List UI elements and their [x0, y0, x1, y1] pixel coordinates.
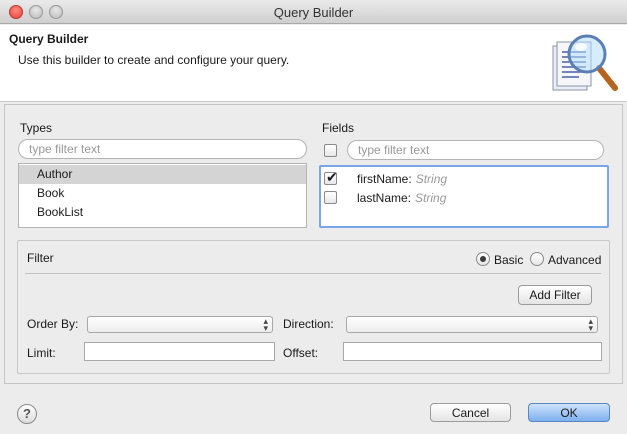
field-type: String [415, 172, 448, 186]
order-by-select[interactable]: ▴ ▾ [87, 316, 273, 333]
advanced-mode-label[interactable]: Advanced [548, 253, 601, 267]
type-item-booklist[interactable]: BookList [19, 203, 306, 222]
advanced-mode-radio[interactable] [530, 252, 544, 266]
fields-label: Fields [322, 121, 355, 135]
direction-label: Direction: [283, 317, 334, 331]
help-icon[interactable]: ? [17, 404, 37, 424]
field-label: firstName: String [357, 172, 447, 186]
field-label: lastName: String [357, 191, 446, 205]
limit-label: Limit: [27, 346, 56, 360]
filter-divider [25, 273, 601, 274]
order-by-label: Order By: [27, 317, 79, 331]
updown-arrow-icon: ▴ ▾ [588, 316, 593, 333]
window-title: Query Builder [273, 5, 354, 20]
add-filter-button[interactable]: Add Filter [518, 285, 592, 305]
select-all-fields-checkbox[interactable] [324, 144, 337, 157]
field-name: lastName: [357, 191, 412, 205]
cancel-button[interactable]: Cancel [430, 403, 511, 422]
fields-filter-input[interactable]: type filter text [347, 140, 604, 160]
types-label: Types [20, 121, 53, 135]
direction-select[interactable]: ▴ ▾ [346, 316, 598, 333]
type-item-book[interactable]: Book [19, 184, 306, 203]
window-titlebar: Query Builder [0, 0, 627, 24]
radio-selected-dot [480, 256, 486, 262]
field-row[interactable]: ✔ firstName: String [321, 169, 607, 189]
updown-arrow-icon: ▴ ▾ [263, 316, 268, 333]
types-list: Author Book BookList [18, 163, 307, 228]
field-checkbox-lastname[interactable] [324, 191, 337, 204]
page-title: Query Builder [9, 32, 89, 46]
magnifier-document-icon [552, 34, 618, 91]
basic-mode-radio[interactable] [476, 252, 490, 266]
checkmark-icon: ✔ [326, 169, 338, 185]
fields-list: ✔ firstName: String lastName: String [319, 165, 609, 228]
types-filter-input[interactable]: type filter text [18, 139, 307, 159]
field-row[interactable]: lastName: String [321, 189, 607, 208]
type-item-author[interactable]: Author [19, 165, 306, 184]
page-description: Use this builder to create and configure… [18, 53, 290, 67]
ok-button[interactable]: OK [528, 403, 610, 422]
offset-label: Offset: [283, 346, 319, 360]
field-checkbox-firstname[interactable]: ✔ [324, 169, 338, 185]
wizard-header: Query Builder Use this builder to create… [0, 25, 627, 102]
field-name: firstName: [357, 172, 412, 186]
basic-mode-label[interactable]: Basic [494, 253, 523, 267]
offset-input[interactable] [343, 342, 602, 361]
filter-label: Filter [27, 251, 54, 265]
field-type: String [415, 191, 447, 205]
limit-input[interactable] [84, 342, 275, 361]
